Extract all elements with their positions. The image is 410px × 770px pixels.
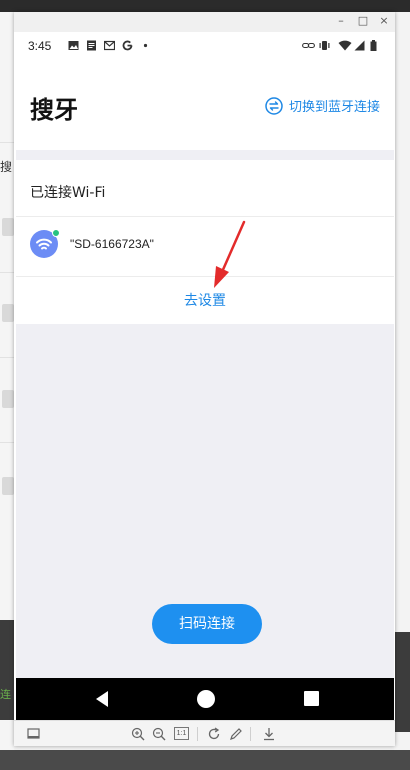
- dot-icon: [143, 43, 148, 48]
- recent-apps-icon[interactable]: [304, 691, 319, 706]
- android-screen: 3:45 搜牙 切换到蓝牙连接 已连接Wi-Fi "SD-6166723A" 去…: [16, 34, 394, 720]
- emulator-window: – □ × 3:45 搜牙 切换到蓝牙连接 已连接Wi-Fi "SD-61667…: [14, 12, 395, 746]
- screen-icon[interactable]: [26, 726, 42, 742]
- app-header: 搜牙 切换到蓝牙连接: [16, 58, 394, 150]
- link-icon: [302, 42, 315, 49]
- background-bottom-bar: [0, 750, 410, 770]
- download-icon[interactable]: [261, 726, 277, 742]
- rotate-icon[interactable]: [206, 726, 222, 742]
- status-time: 3:45: [28, 39, 52, 53]
- minimize-button[interactable]: –: [332, 14, 350, 28]
- zoom-in-icon[interactable]: [130, 726, 146, 742]
- home-icon[interactable]: [197, 690, 215, 708]
- annotation-arrow-icon: [214, 220, 246, 288]
- emulator-titlebar: – □ ×: [14, 12, 395, 32]
- scan-to-connect-button[interactable]: 扫码连接: [152, 604, 262, 644]
- actual-size-icon[interactable]: 1:1: [174, 727, 189, 740]
- connected-status-dot: [52, 229, 60, 237]
- switch-label: 切换到蓝牙连接: [288, 100, 380, 115]
- wifi-network-name: "SD-6166723A": [70, 237, 154, 251]
- divider: [16, 276, 394, 277]
- maximize-button[interactable]: □: [354, 14, 372, 28]
- signal-icon: [354, 40, 365, 51]
- wifi-icon: [338, 40, 352, 51]
- vibrate-icon: [319, 41, 330, 50]
- toolbar-separator: [197, 727, 198, 741]
- connected-wifi-header: 已连接Wi-Fi: [30, 185, 106, 201]
- toolbar-separator: [250, 727, 251, 741]
- background-avatar: [2, 390, 14, 408]
- close-button[interactable]: ×: [375, 14, 393, 28]
- background-avatar: [2, 477, 14, 495]
- switch-to-bluetooth-button[interactable]: 切换到蓝牙连接: [265, 96, 380, 115]
- document-icon: [87, 40, 96, 51]
- background-right-panel: [394, 12, 410, 770]
- mail-icon: [104, 40, 115, 51]
- emulator-toolbar: 1:1: [14, 720, 395, 746]
- page-title: 搜牙: [30, 96, 78, 124]
- android-nav-bar: [16, 678, 394, 720]
- status-bar: 3:45: [16, 34, 394, 58]
- swap-icon: [265, 96, 283, 115]
- section-gap: [16, 150, 394, 160]
- go-to-settings-link[interactable]: 去设置: [16, 278, 394, 324]
- battery-icon: [370, 40, 377, 51]
- background-avatar: [2, 218, 14, 236]
- zoom-out-icon[interactable]: [151, 726, 167, 742]
- edit-icon[interactable]: [228, 726, 244, 742]
- google-icon: [122, 40, 133, 51]
- image-icon: [68, 41, 79, 50]
- background-left-panel: [0, 620, 14, 720]
- wifi-network-item[interactable]: "SD-6166723A": [16, 216, 394, 274]
- background-avatar: [2, 304, 14, 322]
- background-left-text: 搜: [0, 160, 13, 174]
- back-icon[interactable]: [96, 691, 108, 707]
- background-left-green-text: 连: [0, 688, 11, 701]
- connected-wifi-card: 已连接Wi-Fi "SD-6166723A" 去设置: [16, 160, 394, 324]
- background-titlebar: [0, 0, 410, 12]
